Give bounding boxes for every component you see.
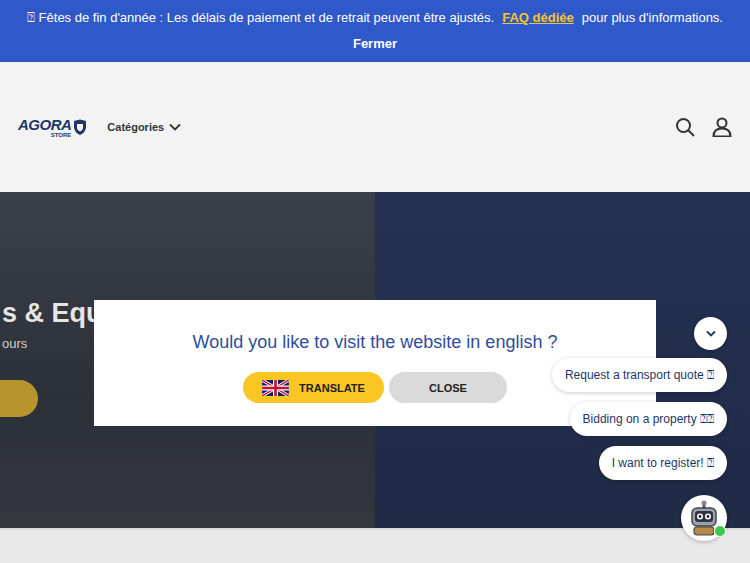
hero-button[interactable]: [0, 380, 38, 417]
hero-subtitle: ours: [2, 336, 27, 352]
uk-flag-icon: [262, 380, 289, 396]
shield-icon: [73, 119, 87, 136]
chat-suggestion[interactable]: Bidding on a property ⍰⍰: [570, 402, 727, 436]
page: ⍰ Fêtes de fin d'année : Les délais de p…: [0, 0, 750, 563]
content-strip: [0, 528, 750, 563]
chatbot-avatar[interactable]: [681, 495, 727, 541]
banner-message: ⍰ Fêtes de fin d'année : Les délais de p…: [27, 9, 494, 27]
chevron-down-icon: [169, 123, 181, 131]
close-button[interactable]: CLOSE: [389, 372, 507, 403]
announcement-banner: ⍰ Fêtes de fin d'année : Les délais de p…: [0, 0, 750, 62]
chat-widget: Request a transport quote ⍰ Bidding on a …: [552, 317, 727, 541]
chat-suggestion[interactable]: I want to register! ⍰: [599, 446, 727, 480]
chevron-down-icon: [706, 330, 716, 337]
collapse-button[interactable]: [694, 317, 727, 350]
hero-title: s & Equ: [2, 296, 103, 330]
banner-suffix: pour plus d'informations.: [582, 9, 723, 27]
faq-link[interactable]: FAQ dédiée: [502, 9, 574, 27]
translate-button[interactable]: TRANSLATE: [243, 372, 384, 403]
online-status-dot: [714, 525, 726, 537]
site-header: AGORASTORE Catégories: [0, 62, 750, 192]
chat-suggestion[interactable]: Request a transport quote ⍰: [552, 358, 727, 392]
user-icon[interactable]: [712, 117, 732, 137]
categories-menu[interactable]: Catégories: [107, 121, 181, 133]
logo[interactable]: AGORASTORE: [18, 117, 87, 138]
search-icon[interactable]: [675, 117, 695, 137]
modal-title: Would you like to visit the website in e…: [193, 330, 558, 354]
banner-close-button[interactable]: Fermer: [6, 36, 744, 52]
